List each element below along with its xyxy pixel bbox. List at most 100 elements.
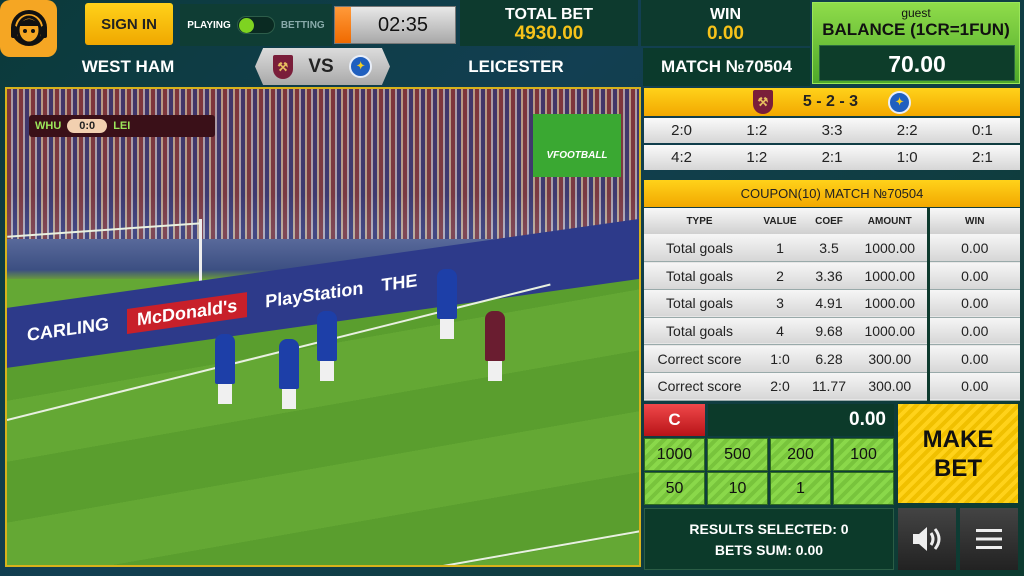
- home-team-name: WEST HAM: [81, 57, 175, 76]
- result: 1:2: [746, 122, 768, 139]
- ad-board: THE: [381, 269, 418, 295]
- support-avatar[interactable]: [0, 0, 57, 57]
- coupon-row[interactable]: Total goals 1 3.5 1000.00 0.00: [644, 234, 1020, 263]
- bet-win: 0.00: [926, 372, 1020, 401]
- bet-type: Total goals: [644, 317, 755, 346]
- coupon-row[interactable]: Total goals 3 4.91 1000.00 0.00: [644, 289, 1020, 318]
- bet-summary: RESULTS SELECTED: 0 BETS SUM: 0.00: [644, 508, 894, 570]
- speaker-icon: [913, 527, 941, 551]
- ad-board: CARLING: [27, 312, 109, 345]
- col-win: WIN: [926, 208, 1020, 234]
- mode-toggle[interactable]: [236, 16, 275, 34]
- timer-progress-fill: [335, 7, 351, 43]
- bet-value: 3: [755, 289, 805, 318]
- match-number: MATCH №70504: [643, 48, 810, 86]
- recent-results-row: 4:2 1:2 2:1 1:0 2:1: [644, 145, 1020, 170]
- col-value: VALUE: [755, 208, 805, 234]
- coupon-row[interactable]: Correct score 1:0 6.28 300.00 0.00: [644, 344, 1020, 373]
- results-selected: RESULTS SELECTED: 0: [689, 521, 849, 537]
- coupon-header-row: TYPE VALUE COEF AMOUNT WIN: [644, 208, 1020, 234]
- result: 1:0: [896, 149, 918, 166]
- player: [317, 311, 337, 381]
- coupon-row[interactable]: Total goals 4 9.68 1000.00 0.00: [644, 317, 1020, 346]
- bet-win: 0.00: [926, 261, 1020, 290]
- bet-value: 1:0: [755, 344, 805, 373]
- player: [437, 269, 457, 339]
- countdown-timer: 02:35: [334, 6, 456, 44]
- chip-button[interactable]: 50: [644, 472, 705, 505]
- score-overlay: WHU 0:0 LEI: [29, 115, 215, 137]
- bet-coef: 4.91: [805, 289, 853, 318]
- make-bet-label: BET: [934, 454, 982, 482]
- versus-badge: ⚒ VS ✦: [255, 48, 390, 85]
- chip-button[interactable]: 200: [770, 438, 831, 471]
- win-value: 0.00: [707, 23, 744, 44]
- chip-button[interactable]: 10: [707, 472, 768, 505]
- bet-type: Correct score: [644, 372, 755, 401]
- player: [485, 311, 505, 381]
- sign-in-button[interactable]: SIGN IN: [85, 3, 173, 45]
- bet-win: 0.00: [926, 289, 1020, 318]
- mode-betting-label: BETTING: [280, 19, 325, 31]
- coupon-title: COUPON(10) MATCH №70504: [644, 180, 1020, 207]
- h2h-record: 5 - 2 - 3: [802, 93, 859, 110]
- result: 3:3: [821, 122, 843, 139]
- bet-value: 2: [755, 261, 805, 290]
- away-abbr: LEI: [113, 120, 131, 132]
- bet-amount: 1000.00: [853, 317, 928, 346]
- bet-amount: 300.00: [853, 344, 928, 373]
- mode-toggle-bar: PLAYING BETTING: [180, 4, 332, 46]
- ad-board: PlayStation: [265, 277, 364, 312]
- timer-value: 02:35: [377, 13, 429, 36]
- result: 2:1: [971, 149, 993, 166]
- bet-win: 0.00: [926, 234, 1020, 263]
- leicester-crest-icon: ✦: [888, 90, 912, 114]
- live-score: 0:0: [67, 119, 108, 133]
- bet-coef: 3.5: [805, 234, 853, 263]
- bet-amount: 1000.00: [853, 234, 928, 263]
- win-panel: WIN 0.00: [641, 0, 810, 46]
- chip-button[interactable]: 1000: [644, 438, 705, 471]
- username: guest: [901, 6, 931, 20]
- result: 1:2: [746, 149, 768, 166]
- win-label: WIN: [709, 6, 742, 23]
- chip-button[interactable]: [833, 472, 894, 505]
- head-to-head-summary: ⚒ 5 - 2 - 3 ✦: [644, 88, 1020, 116]
- coupon-row[interactable]: Total goals 2 3.36 1000.00 0.00: [644, 261, 1020, 290]
- bet-value: 1: [755, 234, 805, 263]
- result: 4:2: [671, 149, 693, 166]
- bet-amount-display: 0.00: [708, 404, 894, 436]
- sound-button[interactable]: [898, 508, 956, 570]
- coupon-row[interactable]: Correct score 2:0 11.77 300.00 0.00: [644, 372, 1020, 401]
- chip-button[interactable]: 1: [770, 472, 831, 505]
- hamburger-menu-icon: [976, 529, 1002, 549]
- vfootball-logo-text: VFOOTBALL: [546, 150, 608, 161]
- bet-value: 4: [755, 317, 805, 346]
- bets-sum: BETS SUM: 0.00: [714, 542, 824, 558]
- make-bet-button[interactable]: MAKE BET: [898, 404, 1018, 503]
- clear-button[interactable]: C: [644, 404, 705, 436]
- chip-button[interactable]: 500: [707, 438, 768, 471]
- bet-type: Total goals: [644, 234, 755, 263]
- bet-win: 0.00: [926, 344, 1020, 373]
- bet-type: Total goals: [644, 261, 755, 290]
- mode-playing-label: PLAYING: [187, 19, 231, 31]
- make-bet-label: MAKE: [922, 425, 994, 453]
- balance-value: 70.00: [819, 45, 1015, 81]
- ad-board: McDonald's: [127, 291, 248, 334]
- total-bet-label: TOTAL BET: [505, 6, 593, 23]
- player: [279, 339, 299, 409]
- menu-button[interactable]: [960, 508, 1018, 570]
- chip-button[interactable]: 100: [833, 438, 894, 471]
- col-coef: COEF: [805, 208, 853, 234]
- balance-label: BALANCE (1CR=1FUN): [822, 20, 1010, 39]
- leicester-crest-icon: ✦: [349, 55, 373, 78]
- total-bet-value: 4930.00: [514, 23, 584, 44]
- result: 0:1: [971, 122, 993, 139]
- col-type: TYPE: [644, 208, 755, 234]
- home-abbr: WHU: [35, 120, 62, 132]
- bet-amount: 300.00: [853, 372, 928, 401]
- west-ham-crest-icon: ⚒: [752, 90, 773, 114]
- bet-amount: 1000.00: [853, 261, 928, 290]
- coupon-table: TYPE VALUE COEF AMOUNT WIN Total goals 1 3…: [644, 208, 1020, 401]
